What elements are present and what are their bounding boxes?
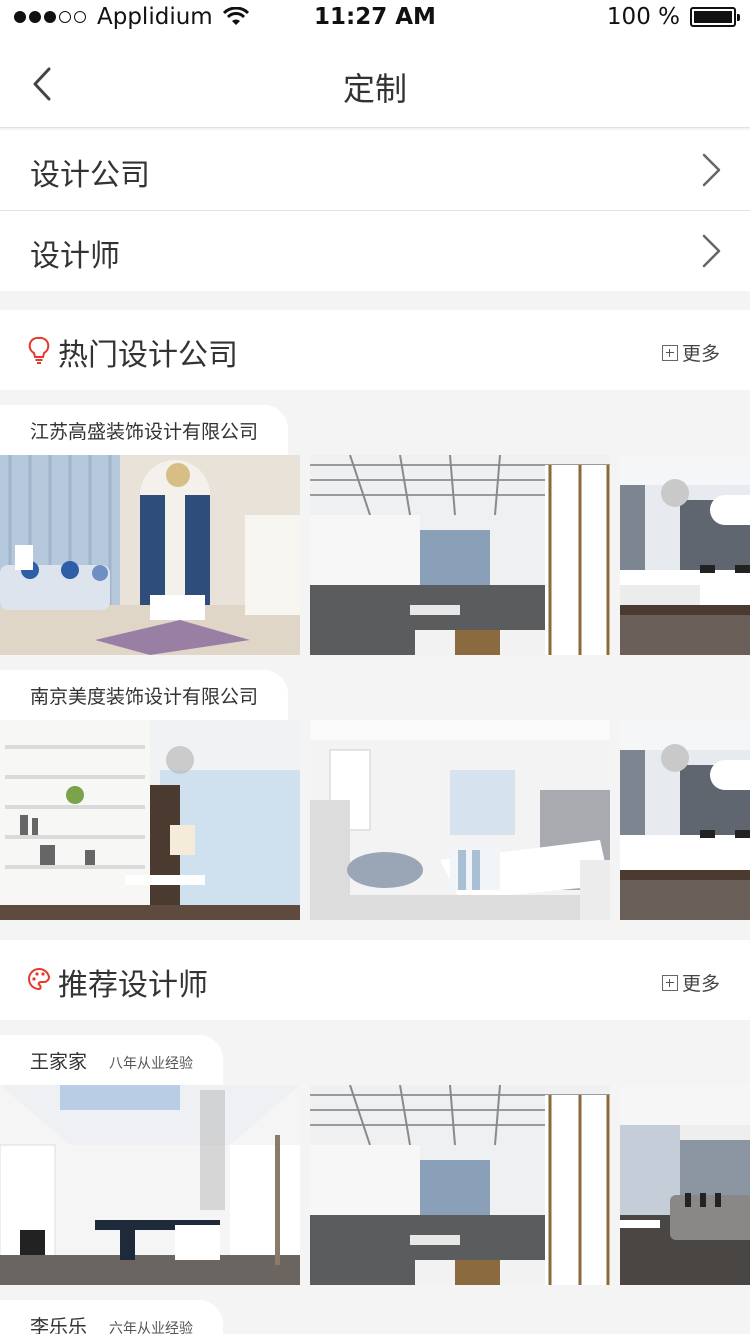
- chevron-right-icon: [702, 234, 721, 268]
- menu-item-design-company[interactable]: 设计公司: [0, 130, 750, 210]
- navigation-bar: 定制: [0, 40, 750, 128]
- company-name-text: 南京美度装饰设计有限公司: [30, 686, 259, 708]
- designer-name-text: 王家家: [30, 1051, 88, 1073]
- interior-photo[interactable]: [620, 720, 750, 920]
- more-button[interactable]: 更多: [661, 969, 720, 996]
- designer-photo-row: [0, 1085, 750, 1285]
- battery-percent: 100 %: [606, 4, 680, 30]
- interior-photo[interactable]: [310, 720, 610, 920]
- section-title: 推荐设计师: [58, 968, 208, 1003]
- company-photo-row: [0, 720, 750, 920]
- palette-icon: [28, 967, 50, 991]
- section-title: 热门设计公司: [58, 338, 238, 373]
- interior-photo[interactable]: [620, 455, 750, 655]
- more-button[interactable]: 更多: [661, 339, 720, 366]
- recommended-designers-header: 推荐设计师 更多: [0, 940, 750, 1020]
- hot-companies-header: 热门设计公司 更多: [0, 310, 750, 390]
- battery-icon: [690, 7, 740, 27]
- interior-photo[interactable]: [310, 455, 610, 655]
- designer-name-text: 李乐乐: [30, 1316, 88, 1334]
- interior-photo[interactable]: [0, 455, 300, 655]
- more-label: 更多: [681, 343, 720, 365]
- menu-item-label: 设计师: [30, 239, 120, 274]
- company-name[interactable]: 南京美度装饰设计有限公司: [0, 670, 289, 720]
- menu-item-designer[interactable]: 设计师: [0, 211, 750, 291]
- more-label: 更多: [681, 973, 720, 995]
- company-name[interactable]: 江苏高盛装饰设计有限公司: [0, 405, 289, 455]
- interior-photo[interactable]: [0, 720, 300, 920]
- designer-experience: 八年从业经验: [109, 1056, 194, 1072]
- status-right: 100 %: [606, 4, 740, 30]
- chevron-right-icon: [702, 153, 721, 187]
- interior-photo[interactable]: [310, 1085, 610, 1285]
- interior-photo[interactable]: [0, 1085, 300, 1285]
- status-bar: Applidium 11:27 AM 100 %: [0, 0, 750, 40]
- designer-name[interactable]: 王家家 八年从业经验: [0, 1035, 224, 1085]
- interior-photo[interactable]: [620, 1085, 750, 1285]
- page-title: 定制: [342, 70, 407, 108]
- menu-item-label: 设计公司: [30, 158, 150, 193]
- designer-experience: 六年从业经验: [109, 1321, 194, 1334]
- plus-square-icon: [661, 344, 678, 361]
- company-photo-row: [0, 455, 750, 655]
- company-name-text: 江苏高盛装饰设计有限公司: [30, 421, 259, 443]
- designer-name[interactable]: 李乐乐 六年从业经验: [0, 1300, 224, 1334]
- lightbulb-icon: [28, 336, 50, 364]
- plus-square-icon: [661, 974, 678, 991]
